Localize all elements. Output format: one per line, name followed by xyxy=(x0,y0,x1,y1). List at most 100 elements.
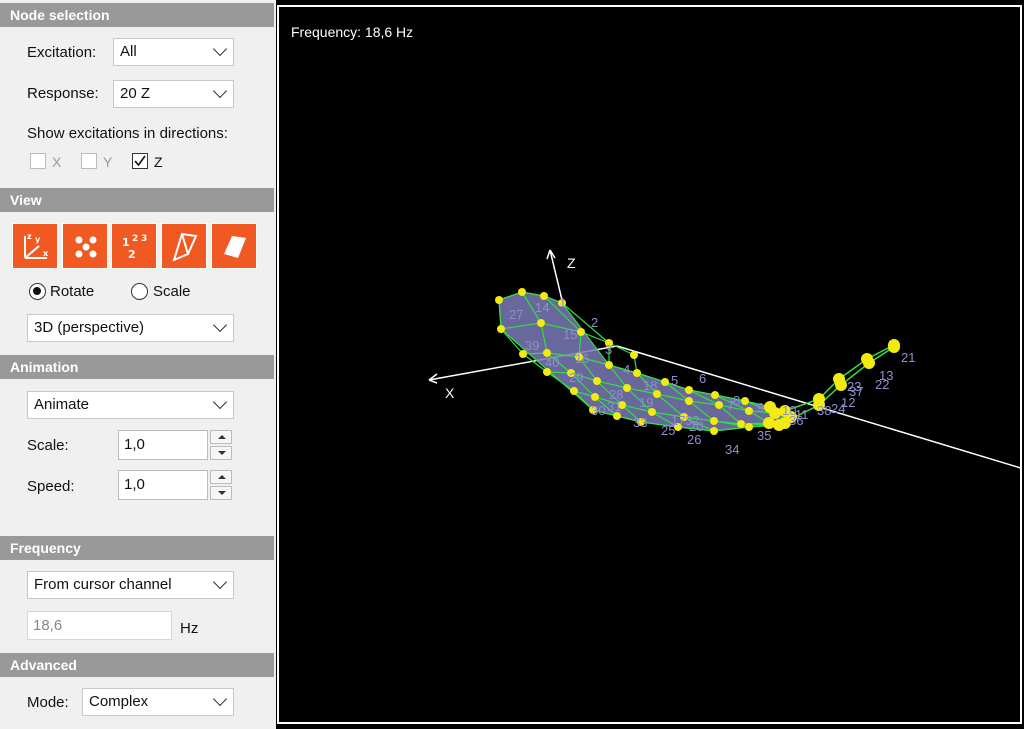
chevron-down-icon xyxy=(212,691,228,707)
node-point xyxy=(630,351,638,359)
axes-icon: z y x xyxy=(24,232,49,259)
svg-text:z: z xyxy=(27,232,32,241)
node-label: 26 xyxy=(687,432,701,447)
svg-text:2: 2 xyxy=(128,248,136,261)
mode-value: Complex xyxy=(89,693,149,710)
3d-viewport[interactable]: Frequency: 18,6 Hz X Z 27 14 1 15 2 40 16 3 29 4 3… xyxy=(277,5,1022,724)
axes-toggle-button[interactable]: z y x xyxy=(12,223,58,269)
mode-dropdown[interactable]: Complex xyxy=(82,688,234,716)
node-point xyxy=(633,369,641,377)
wireframe-toggle-button[interactable] xyxy=(161,223,207,269)
response-dropdown[interactable]: 20 Z xyxy=(113,80,234,108)
dir-x-checkbox[interactable] xyxy=(30,153,46,169)
chevron-down-icon xyxy=(212,83,228,99)
node-point xyxy=(773,419,785,431)
control-panel: Node selection Excitation: All Response:… xyxy=(0,0,276,729)
projection-value: 3D (perspective) xyxy=(34,319,145,336)
node-point xyxy=(710,427,718,435)
node-point xyxy=(685,397,693,405)
scale-stepper[interactable] xyxy=(210,430,232,460)
rotate-label: Rotate xyxy=(50,283,95,300)
node-point xyxy=(741,397,749,405)
node-point xyxy=(591,393,599,401)
stepper-down-icon[interactable] xyxy=(210,446,232,460)
frequency-unit: Hz xyxy=(180,620,199,637)
node-label: 35 xyxy=(757,428,771,443)
node-point xyxy=(685,386,693,394)
node-point xyxy=(570,387,578,395)
frequency-source-value: From cursor channel xyxy=(34,576,172,593)
node-label: 1 xyxy=(559,295,566,310)
node-numbers-icon: 1 2 3 2 xyxy=(122,234,147,261)
node-point xyxy=(711,391,719,399)
z-axis-label: Z xyxy=(567,255,576,271)
node-numbers-toggle-button[interactable]: 1 2 3 2 xyxy=(111,223,157,269)
animation-mode-value: Animate xyxy=(34,396,90,413)
x-axis-label: X xyxy=(445,385,455,401)
stepper-down-icon[interactable] xyxy=(210,486,232,500)
excitation-value: All xyxy=(120,43,137,60)
section-header-animation: Animation xyxy=(0,355,274,379)
node-label: 30 xyxy=(591,403,605,418)
node-point xyxy=(710,417,718,425)
node-label: 16 xyxy=(575,351,589,366)
node-point xyxy=(518,288,526,296)
node-label: 24 xyxy=(831,401,845,416)
chevron-down-icon xyxy=(212,574,228,590)
frequency-input[interactable]: 18,6 xyxy=(27,611,172,640)
speed-label: Speed: xyxy=(27,478,75,495)
speed-input[interactable]: 1,0 xyxy=(118,470,208,500)
nodes-icon xyxy=(75,236,97,258)
node-label: 5 xyxy=(671,373,678,388)
mode-shape-scene: X Z 27 14 115240 1632943018 5 6731 1933 328209 1… xyxy=(428,249,1020,469)
node-label: 40 xyxy=(545,355,559,370)
dir-x-label: X xyxy=(52,154,62,170)
mode-label: Mode: xyxy=(27,694,69,711)
node-label: 19 xyxy=(639,395,653,410)
node-label: 34 xyxy=(725,442,739,457)
projection-dropdown[interactable]: 3D (perspective) xyxy=(27,314,234,342)
node-point xyxy=(888,341,900,353)
nodes-toggle-button[interactable] xyxy=(62,223,108,269)
node-point xyxy=(745,423,753,431)
scale-radio[interactable] xyxy=(131,283,148,300)
response-label: Response: xyxy=(27,85,99,102)
node-point xyxy=(577,328,585,336)
wireframe-icon xyxy=(172,232,198,262)
chevron-down-icon xyxy=(212,394,228,410)
dir-y-label: Y xyxy=(103,154,113,170)
excitation-label: Excitation: xyxy=(27,44,97,61)
svg-text:2: 2 xyxy=(132,234,138,244)
node-point xyxy=(863,357,875,369)
scale-input[interactable]: 1,0 xyxy=(118,430,208,460)
excitation-dropdown[interactable]: All xyxy=(113,38,234,66)
dir-z-checkbox[interactable] xyxy=(132,153,148,169)
stepper-up-icon[interactable] xyxy=(210,430,232,444)
speed-stepper[interactable] xyxy=(210,470,232,500)
node-label: 22 xyxy=(875,377,889,392)
node-label: 21 xyxy=(901,350,915,365)
node-point xyxy=(715,401,723,409)
response-value: 20 Z xyxy=(120,85,151,102)
node-point xyxy=(537,319,545,327)
node-point xyxy=(623,384,631,392)
axes-group: X Z xyxy=(428,249,1020,469)
surface-icon xyxy=(224,236,246,258)
section-header-frequency: Frequency xyxy=(0,536,274,560)
node-label: 36 xyxy=(789,413,803,428)
stepper-up-icon[interactable] xyxy=(210,470,232,484)
svg-text:x: x xyxy=(43,249,49,258)
node-label: 3 xyxy=(605,342,612,357)
animation-mode-dropdown[interactable]: Animate xyxy=(27,391,234,419)
section-header-node-selection: Node selection xyxy=(0,3,274,27)
directions-label: Show excitations in directions: xyxy=(27,125,228,142)
rotate-radio[interactable] xyxy=(29,283,46,300)
node-point xyxy=(497,325,505,333)
surface-toggle-button[interactable] xyxy=(211,223,257,269)
frequency-source-dropdown[interactable]: From cursor channel xyxy=(27,571,234,599)
node-label: 15 xyxy=(563,327,577,342)
dir-y-checkbox[interactable] xyxy=(81,153,97,169)
node-label: 37 xyxy=(849,384,863,399)
node-label: 28 xyxy=(609,387,623,402)
node-label: 33 xyxy=(633,415,647,430)
